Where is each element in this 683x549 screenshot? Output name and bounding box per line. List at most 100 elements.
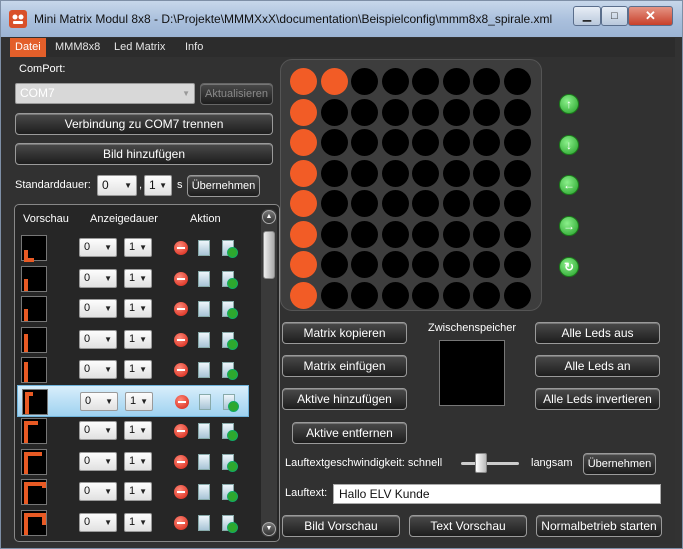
duration-seconds-select[interactable]: 0 ▼	[79, 360, 117, 379]
copy-icon[interactable]	[198, 423, 210, 439]
delete-icon[interactable]	[174, 241, 188, 255]
led-r1-c4[interactable]	[412, 98, 439, 126]
duration-tenths-select[interactable]: 1 ▼	[124, 512, 152, 532]
arrow-left-icon[interactable]: ←	[559, 175, 579, 195]
led-r3-c6[interactable]	[473, 159, 500, 187]
copy-icon[interactable]	[198, 270, 210, 287]
led-r6-c3[interactable]	[381, 251, 409, 278]
list-item[interactable]: 0 ▼ 1 ▼	[17, 263, 249, 295]
led-r4-c1[interactable]	[320, 190, 348, 217]
delete-icon[interactable]	[174, 424, 188, 438]
led-r2-c1[interactable]	[320, 129, 348, 156]
load-to-matrix-icon[interactable]	[222, 331, 238, 350]
menu-info[interactable]: Info	[180, 38, 208, 57]
led-r2-c3[interactable]	[381, 129, 409, 156]
duration-seconds-select[interactable]: 0 ▼	[79, 482, 117, 501]
copy-icon[interactable]	[198, 484, 210, 500]
led-r3-c7[interactable]	[503, 159, 531, 187]
duration-tenths-select[interactable]: 1 ▼	[124, 482, 152, 501]
list-item[interactable]: 0 ▼ 1 ▼	[17, 293, 249, 325]
duration-seconds-select[interactable]: 0 ▼	[79, 238, 117, 257]
led-r2-c6[interactable]	[473, 129, 500, 156]
duration-tenths-select[interactable]: 1 ▼	[124, 329, 152, 349]
led-r6-c2[interactable]	[351, 251, 378, 278]
delete-icon[interactable]	[174, 454, 188, 469]
delete-icon[interactable]	[174, 363, 188, 377]
copy-icon[interactable]	[198, 362, 210, 378]
lauftext-input[interactable]: Hallo ELV Kunde	[333, 484, 661, 504]
load-to-matrix-icon[interactable]	[222, 514, 238, 533]
led-r3-c5[interactable]	[442, 159, 470, 187]
duration-tenths-select[interactable]: 1 ▼	[124, 268, 152, 288]
add-image-button[interactable]: Bild hinzufügen	[15, 143, 273, 165]
duration-seconds-select[interactable]: 0 ▼	[79, 299, 117, 318]
led-r6-c0[interactable]	[290, 251, 317, 278]
led-r0-c7[interactable]	[503, 68, 531, 95]
led-r2-c2[interactable]	[351, 129, 378, 156]
led-r2-c7[interactable]	[503, 129, 531, 156]
led-r6-c6[interactable]	[473, 251, 500, 278]
load-to-matrix-icon[interactable]	[223, 393, 239, 412]
led-r3-c0[interactable]	[290, 159, 317, 187]
scroll-up-icon[interactable]: ▲	[262, 210, 276, 224]
duration-tenths-select[interactable]: 1 ▼	[124, 360, 152, 379]
comport-select[interactable]: COM7 ▼	[15, 83, 195, 104]
delete-icon[interactable]	[174, 302, 188, 316]
arrow-up-icon[interactable]: ↑	[559, 94, 579, 114]
led-r7-c2[interactable]	[351, 281, 378, 309]
copy-icon[interactable]	[199, 393, 211, 410]
delete-icon[interactable]	[174, 485, 188, 499]
led-r4-c5[interactable]	[442, 190, 470, 217]
all-leds-off-button[interactable]: Alle Leds aus	[535, 322, 660, 344]
led-r0-c2[interactable]	[351, 68, 378, 95]
standarddauer-apply-button[interactable]: Übernehmen	[187, 175, 260, 197]
led-r6-c5[interactable]	[442, 251, 470, 278]
list-item[interactable]: 0 ▼ 1 ▼	[17, 232, 249, 264]
maximize-button[interactable]: □	[601, 6, 628, 26]
load-to-matrix-icon[interactable]	[222, 423, 238, 441]
load-to-matrix-icon[interactable]	[222, 453, 238, 472]
duration-tenths-select[interactable]: 1 ▼	[124, 421, 152, 440]
text-preview-button[interactable]: Text Vorschau	[409, 515, 527, 537]
image-preview-button[interactable]: Bild Vorschau	[282, 515, 400, 537]
led-r4-c4[interactable]	[412, 190, 439, 217]
menu-mmm8x8[interactable]: MMM8x8	[50, 38, 105, 57]
led-r4-c2[interactable]	[351, 190, 378, 217]
duration-seconds-select[interactable]: 0 ▼	[79, 512, 117, 532]
led-r1-c3[interactable]	[381, 98, 409, 126]
delete-icon[interactable]	[174, 515, 188, 530]
led-r7-c0[interactable]	[290, 281, 317, 309]
led-r5-c0[interactable]	[290, 220, 317, 248]
list-scrollbar[interactable]: ▲ ▼	[261, 209, 277, 537]
led-r0-c0[interactable]	[290, 68, 317, 95]
duration-tenths-select[interactable]: 1 ▼	[125, 391, 153, 411]
led-r1-c6[interactable]	[473, 98, 500, 126]
delete-icon[interactable]	[174, 271, 188, 286]
led-r3-c1[interactable]	[320, 159, 348, 187]
duration-tenths-select[interactable]: 1 ▼	[124, 238, 152, 257]
led-r4-c7[interactable]	[503, 190, 531, 217]
paste-matrix-button[interactable]: Matrix einfügen	[282, 355, 407, 377]
led-r1-c7[interactable]	[503, 98, 531, 126]
clipboard-preview[interactable]	[439, 340, 505, 406]
led-r5-c4[interactable]	[412, 220, 439, 248]
disconnect-button[interactable]: Verbindung zu COM7 trennen	[15, 113, 273, 135]
led-r0-c1[interactable]	[320, 68, 348, 95]
led-r1-c5[interactable]	[442, 98, 470, 126]
load-to-matrix-icon[interactable]	[222, 484, 238, 502]
led-r1-c1[interactable]	[320, 98, 348, 126]
copy-icon[interactable]	[198, 301, 210, 317]
led-r7-c1[interactable]	[320, 281, 348, 309]
led-r0-c5[interactable]	[442, 68, 470, 95]
menu-led-matrix[interactable]: Led Matrix	[109, 38, 170, 57]
load-to-matrix-icon[interactable]	[222, 240, 238, 258]
led-r5-c1[interactable]	[320, 220, 348, 248]
led-r3-c2[interactable]	[351, 159, 378, 187]
led-r3-c4[interactable]	[412, 159, 439, 187]
duration-seconds-select[interactable]: 0 ▼	[79, 421, 117, 440]
led-r2-c5[interactable]	[442, 129, 470, 156]
led-r1-c2[interactable]	[351, 98, 378, 126]
scrollbar-thumb[interactable]	[263, 231, 275, 279]
led-r4-c0[interactable]	[290, 190, 317, 217]
led-r4-c3[interactable]	[381, 190, 409, 217]
